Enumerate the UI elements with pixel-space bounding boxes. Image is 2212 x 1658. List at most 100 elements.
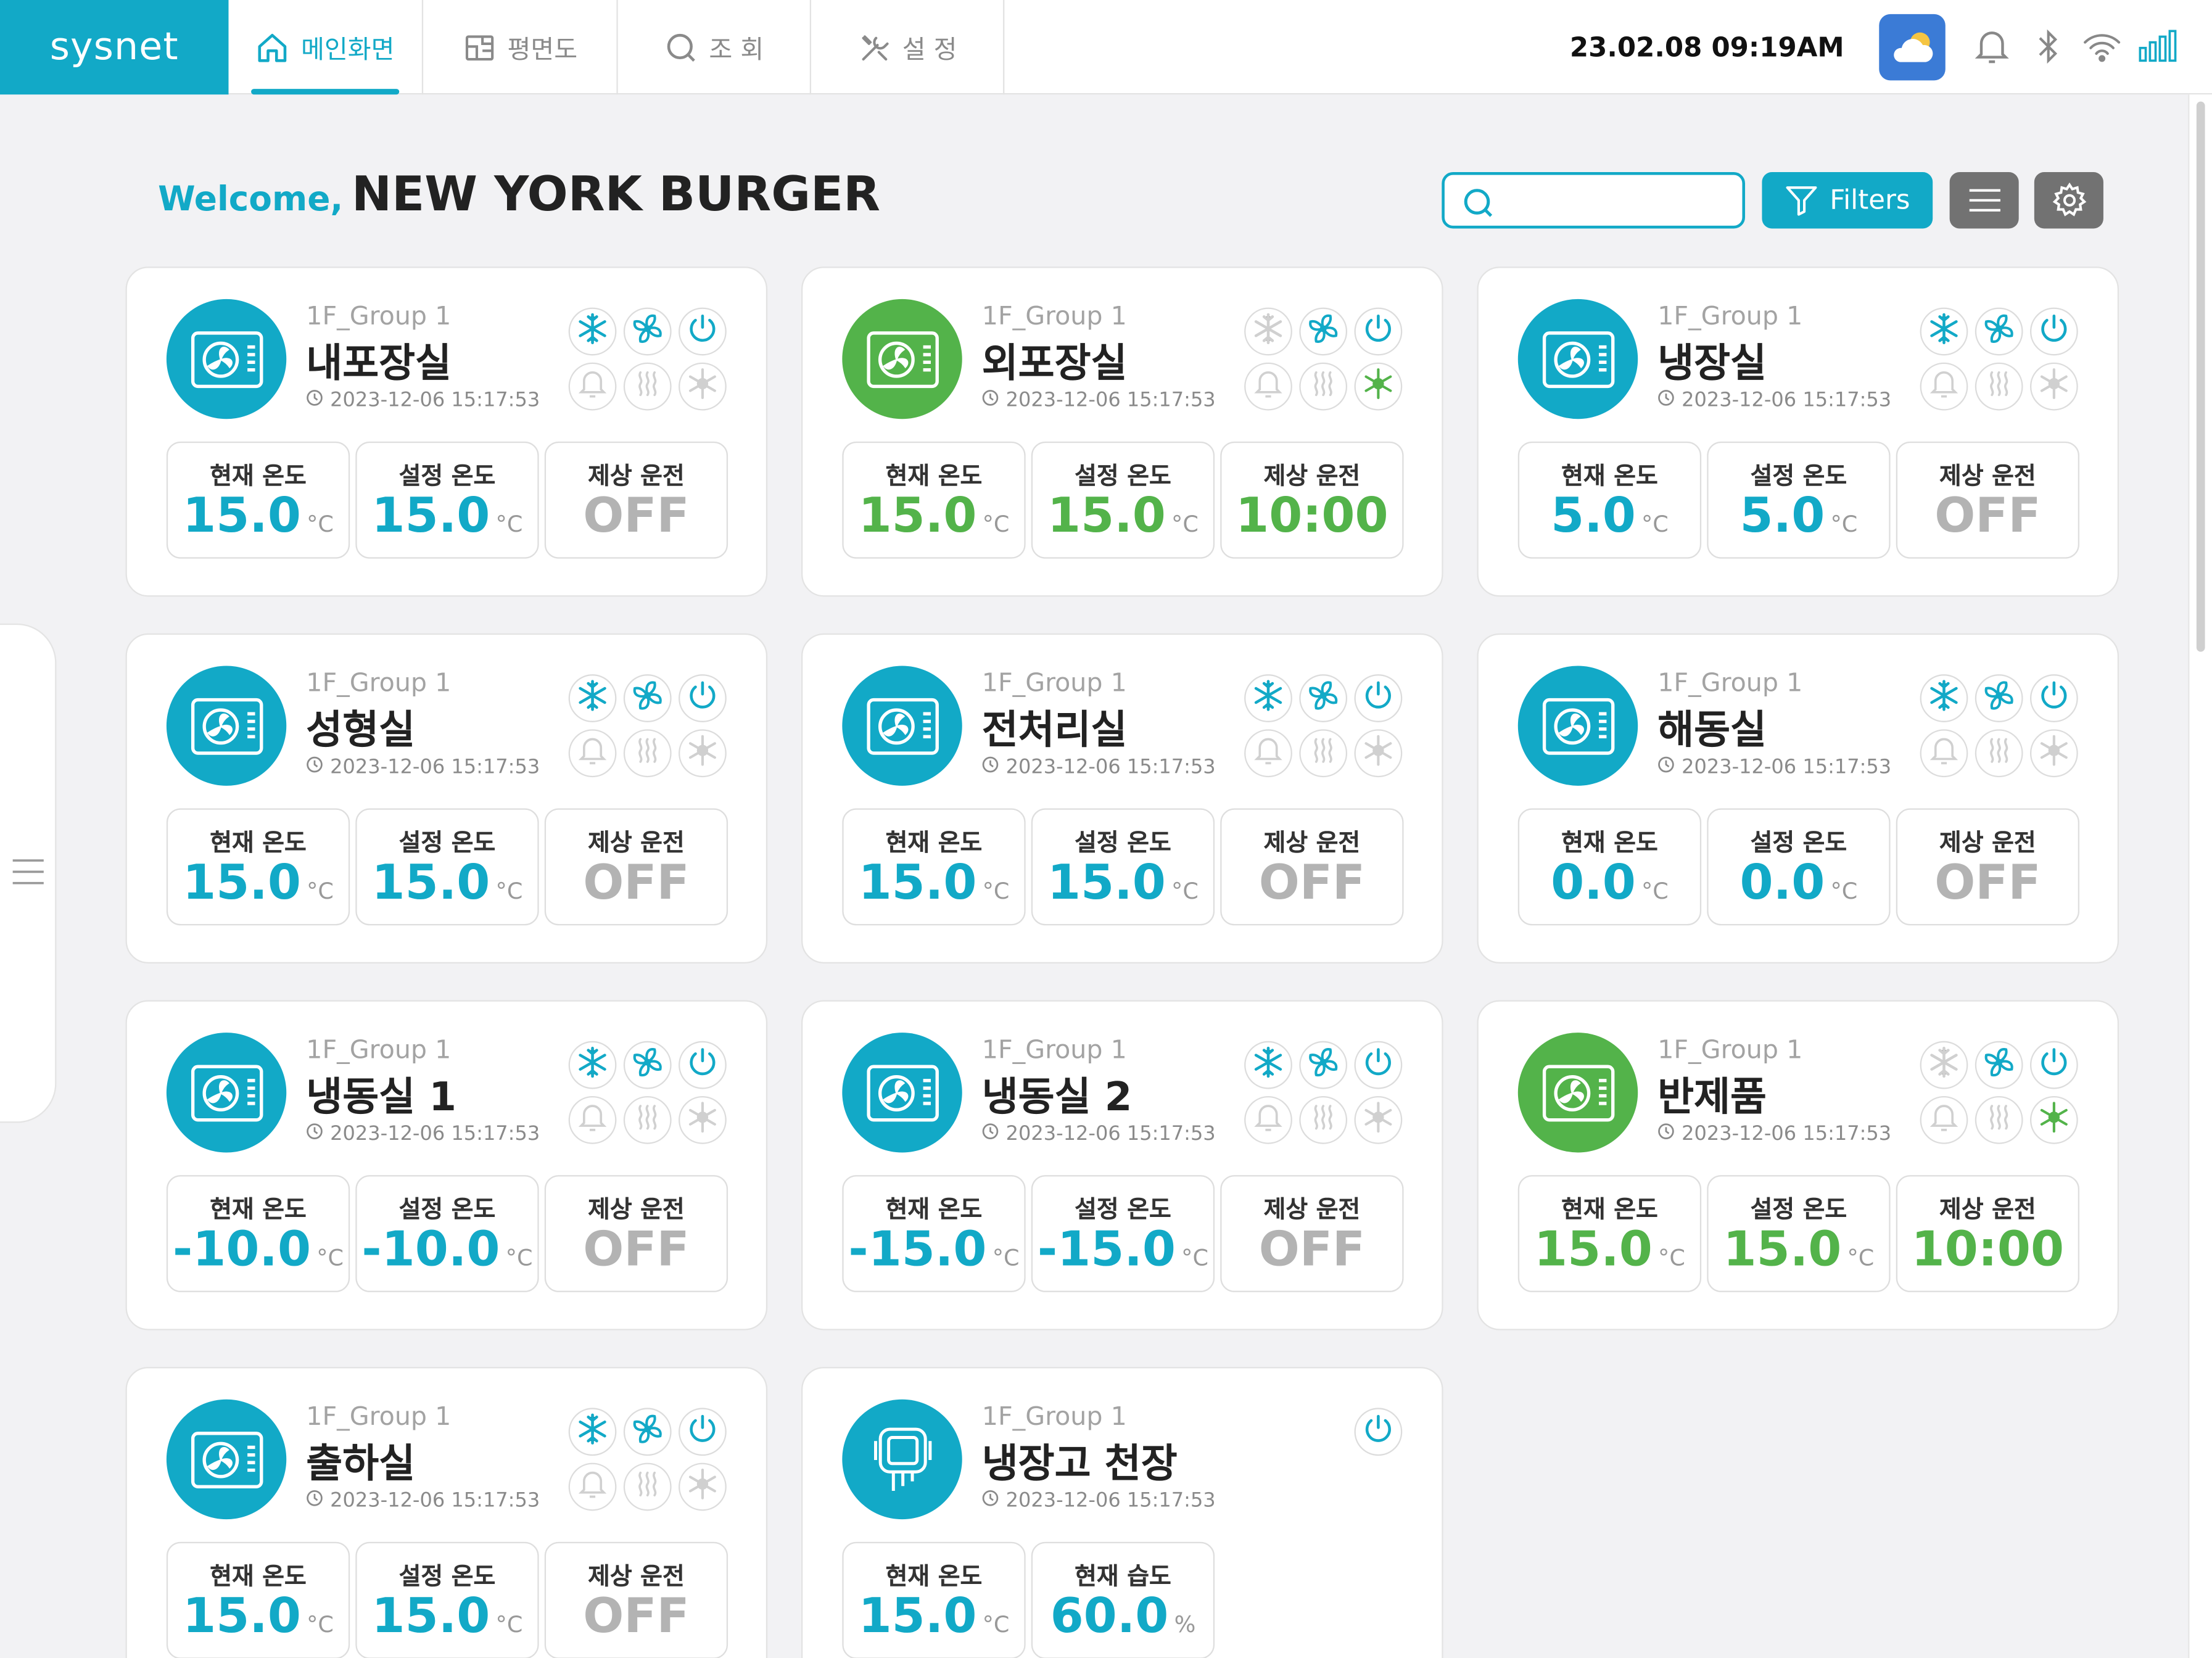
defrost-button[interactable]: [2029, 362, 2078, 411]
stat-label: 현재 온도: [1561, 1196, 1658, 1225]
fan-button[interactable]: [1975, 674, 2023, 722]
power-button[interactable]: [679, 1041, 727, 1089]
stat-defrost-status: 제상 운전 OFF: [544, 1541, 728, 1658]
alarm-button[interactable]: [1920, 1095, 1968, 1144]
heater-button[interactable]: [623, 729, 672, 778]
defrost-button[interactable]: [1354, 729, 1403, 778]
cooling-button[interactable]: [568, 674, 617, 722]
alarm-button[interactable]: [1244, 729, 1292, 778]
heater-button[interactable]: [1299, 729, 1348, 778]
defrost-button[interactable]: [1354, 1095, 1403, 1144]
heater-button[interactable]: [1975, 1095, 2023, 1144]
cooling-button[interactable]: [1920, 674, 1968, 722]
tab-search[interactable]: 조 회: [618, 0, 812, 95]
alarm-button[interactable]: [568, 362, 617, 411]
power-icon: [2039, 1047, 2070, 1083]
defrost-button[interactable]: [2029, 729, 2078, 778]
heater-button[interactable]: [1299, 1095, 1348, 1144]
unit-card[interactable]: 1F_Group 1 냉장고 천장 2023-12-06 15:17:53 현재 온도…: [801, 1367, 1443, 1658]
unit-card[interactable]: 1F_Group 1 외포장실 2023-12-06 15:17:53 현재 온도 15…: [801, 266, 1443, 597]
defrost-button[interactable]: [679, 362, 727, 411]
fan-button[interactable]: [1975, 1041, 2023, 1089]
heater-button[interactable]: [1299, 362, 1348, 411]
fan-button[interactable]: [1299, 1041, 1348, 1089]
unit-card[interactable]: 1F_Group 1 냉동실 2 2023-12-06 15:17:53 현재 온도 -…: [801, 1000, 1443, 1330]
defrost-button[interactable]: [679, 1095, 727, 1144]
cooling-button[interactable]: [1920, 307, 1968, 356]
fan-icon: [1306, 678, 1340, 718]
power-button[interactable]: [1354, 307, 1403, 356]
unit-card[interactable]: 1F_Group 1 전처리실 2023-12-06 15:17:53 현재 온도 15…: [801, 633, 1443, 964]
fan-button[interactable]: [1299, 307, 1348, 356]
alarm-button[interactable]: [1920, 729, 1968, 778]
fan-button[interactable]: [1975, 307, 2023, 356]
defrost-button[interactable]: [2029, 1095, 2078, 1144]
unit-card[interactable]: 1F_Group 1 내포장실 2023-12-06 15:17:53 현재 온도 15…: [125, 266, 768, 597]
tab-settings-label: 설 정: [902, 35, 957, 65]
unit-card[interactable]: 1F_Group 1 냉장실 2023-12-06 15:17:53 현재 온도 5.0…: [1477, 266, 2119, 597]
card-room-name: 내포장실: [306, 340, 452, 387]
fan-button[interactable]: [623, 674, 672, 722]
fan-button[interactable]: [623, 1041, 672, 1089]
power-button[interactable]: [2029, 674, 2078, 722]
cooling-button[interactable]: [1920, 1041, 1968, 1089]
cooling-unit-icon: [1517, 299, 1638, 419]
tab-floorplan[interactable]: 평면도: [423, 0, 618, 95]
side-drawer-handle[interactable]: [0, 623, 57, 1123]
stat-label: 제상 운전: [588, 463, 685, 491]
unit-card[interactable]: 1F_Group 1 냉동실 1 2023-12-06 15:17:53 현재 온도 -…: [125, 1000, 768, 1330]
signal-bars-icon: [2139, 30, 2177, 62]
cooling-button[interactable]: [568, 1041, 617, 1089]
heater-button[interactable]: [623, 1462, 672, 1511]
unit-card[interactable]: 1F_Group 1 출하실 2023-12-06 15:17:53 현재 온도 15.…: [125, 1367, 768, 1658]
cooling-unit-icon: [842, 1033, 962, 1153]
card-timestamp-text: 2023-12-06 15:17:53: [1005, 1123, 1216, 1146]
unit-card[interactable]: 1F_Group 1 반제품 2023-12-06 15:17:53 현재 온도 15.…: [1477, 1000, 2119, 1330]
defrost-button[interactable]: [1354, 362, 1403, 411]
power-button[interactable]: [1354, 1408, 1403, 1456]
heater-button[interactable]: [1975, 729, 2023, 778]
power-button[interactable]: [1354, 674, 1403, 722]
settings-button[interactable]: [2034, 172, 2103, 229]
power-button[interactable]: [679, 307, 727, 356]
list-view-button[interactable]: [1949, 172, 2019, 229]
fan-button[interactable]: [623, 1408, 672, 1456]
power-button[interactable]: [679, 674, 727, 722]
cooling-button[interactable]: [568, 1408, 617, 1456]
unit-card[interactable]: 1F_Group 1 해동실 2023-12-06 15:17:53 현재 온도 0.0…: [1477, 633, 2119, 964]
fan-icon: [1982, 1046, 2016, 1085]
tab-settings[interactable]: 설 정: [811, 0, 1005, 95]
heater-button[interactable]: [623, 362, 672, 411]
weather-button[interactable]: [1879, 14, 1946, 81]
heater-button[interactable]: [623, 1095, 672, 1144]
cooling-button[interactable]: [1244, 1041, 1292, 1089]
alarm-button[interactable]: [1920, 362, 1968, 411]
heater-button[interactable]: [1975, 362, 2023, 411]
scrollbar-thumb[interactable]: [2196, 101, 2205, 652]
power-button[interactable]: [679, 1408, 727, 1456]
stat-value: OFF: [583, 1588, 690, 1645]
alarm-button[interactable]: [1244, 362, 1292, 411]
cooling-button[interactable]: [568, 307, 617, 356]
defrost-button[interactable]: [679, 729, 727, 778]
alarm-button[interactable]: [568, 1095, 617, 1144]
cooling-button[interactable]: [1244, 307, 1292, 356]
alarm-button[interactable]: [568, 729, 617, 778]
defrost-icon: [1363, 735, 1393, 772]
fan-button[interactable]: [1299, 674, 1348, 722]
power-button[interactable]: [1354, 1041, 1403, 1089]
card-room-name: 냉장실: [1657, 340, 1767, 387]
defrost-button[interactable]: [679, 1462, 727, 1511]
power-button[interactable]: [2029, 307, 2078, 356]
app-logo[interactable]: sysnet: [0, 0, 229, 95]
unit-card[interactable]: 1F_Group 1 성형실 2023-12-06 15:17:53 현재 온도 15.…: [125, 633, 768, 964]
alarm-button[interactable]: [568, 1462, 617, 1511]
alarm-button[interactable]: [1244, 1095, 1292, 1144]
fan-button[interactable]: [623, 307, 672, 356]
search-input[interactable]: [1442, 172, 1746, 229]
power-button[interactable]: [2029, 1041, 2078, 1089]
filters-button[interactable]: Filters: [1762, 172, 1933, 229]
cooling-button[interactable]: [1244, 674, 1292, 722]
tab-main[interactable]: 메인화면: [228, 0, 424, 95]
notification-button[interactable]: [1971, 25, 2013, 68]
